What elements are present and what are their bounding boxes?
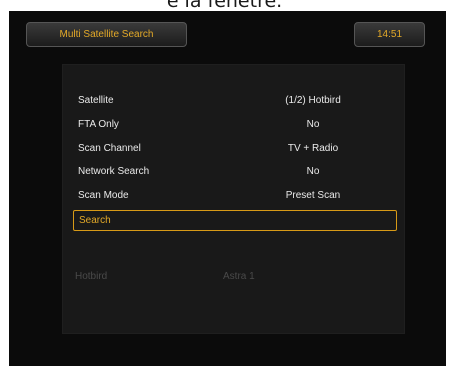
setting-value: TV + Radio	[287, 143, 339, 154]
satellite-list-item: Hotbird	[75, 271, 108, 282]
setting-row-scan-channel[interactable]: Scan Channel TV + Radio	[63, 139, 406, 159]
stb-screen: Multi Satellite Search 14:51 Satellite (…	[9, 11, 446, 366]
setting-row-satellite[interactable]: Satellite (1/2) Hotbird	[63, 91, 406, 111]
search-button-label: Search	[79, 215, 111, 226]
setting-value: Preset Scan	[285, 190, 341, 201]
setting-label: Scan Channel	[78, 143, 141, 154]
menu-title: Multi Satellite Search	[26, 22, 187, 47]
clock: 14:51	[354, 22, 425, 47]
satellite-list-item: Astra 1	[223, 271, 255, 282]
setting-value: No	[306, 119, 320, 130]
setting-label: Satellite	[78, 95, 114, 106]
setting-label: FTA Only	[78, 119, 119, 130]
setting-label: Network Search	[78, 166, 150, 177]
setting-row-network-search[interactable]: Network Search No	[63, 162, 406, 182]
setting-value: (1/2) Hotbird	[285, 95, 341, 106]
settings-panel: Satellite (1/2) Hotbird FTA Only No Scan…	[62, 64, 405, 334]
setting-row-fta-only[interactable]: FTA Only No	[63, 115, 406, 135]
setting-row-scan-mode[interactable]: Scan Mode Preset Scan	[63, 186, 406, 206]
search-button[interactable]: Search	[73, 210, 397, 231]
setting-label: Scan Mode	[78, 190, 129, 201]
setting-value: No	[306, 166, 320, 177]
